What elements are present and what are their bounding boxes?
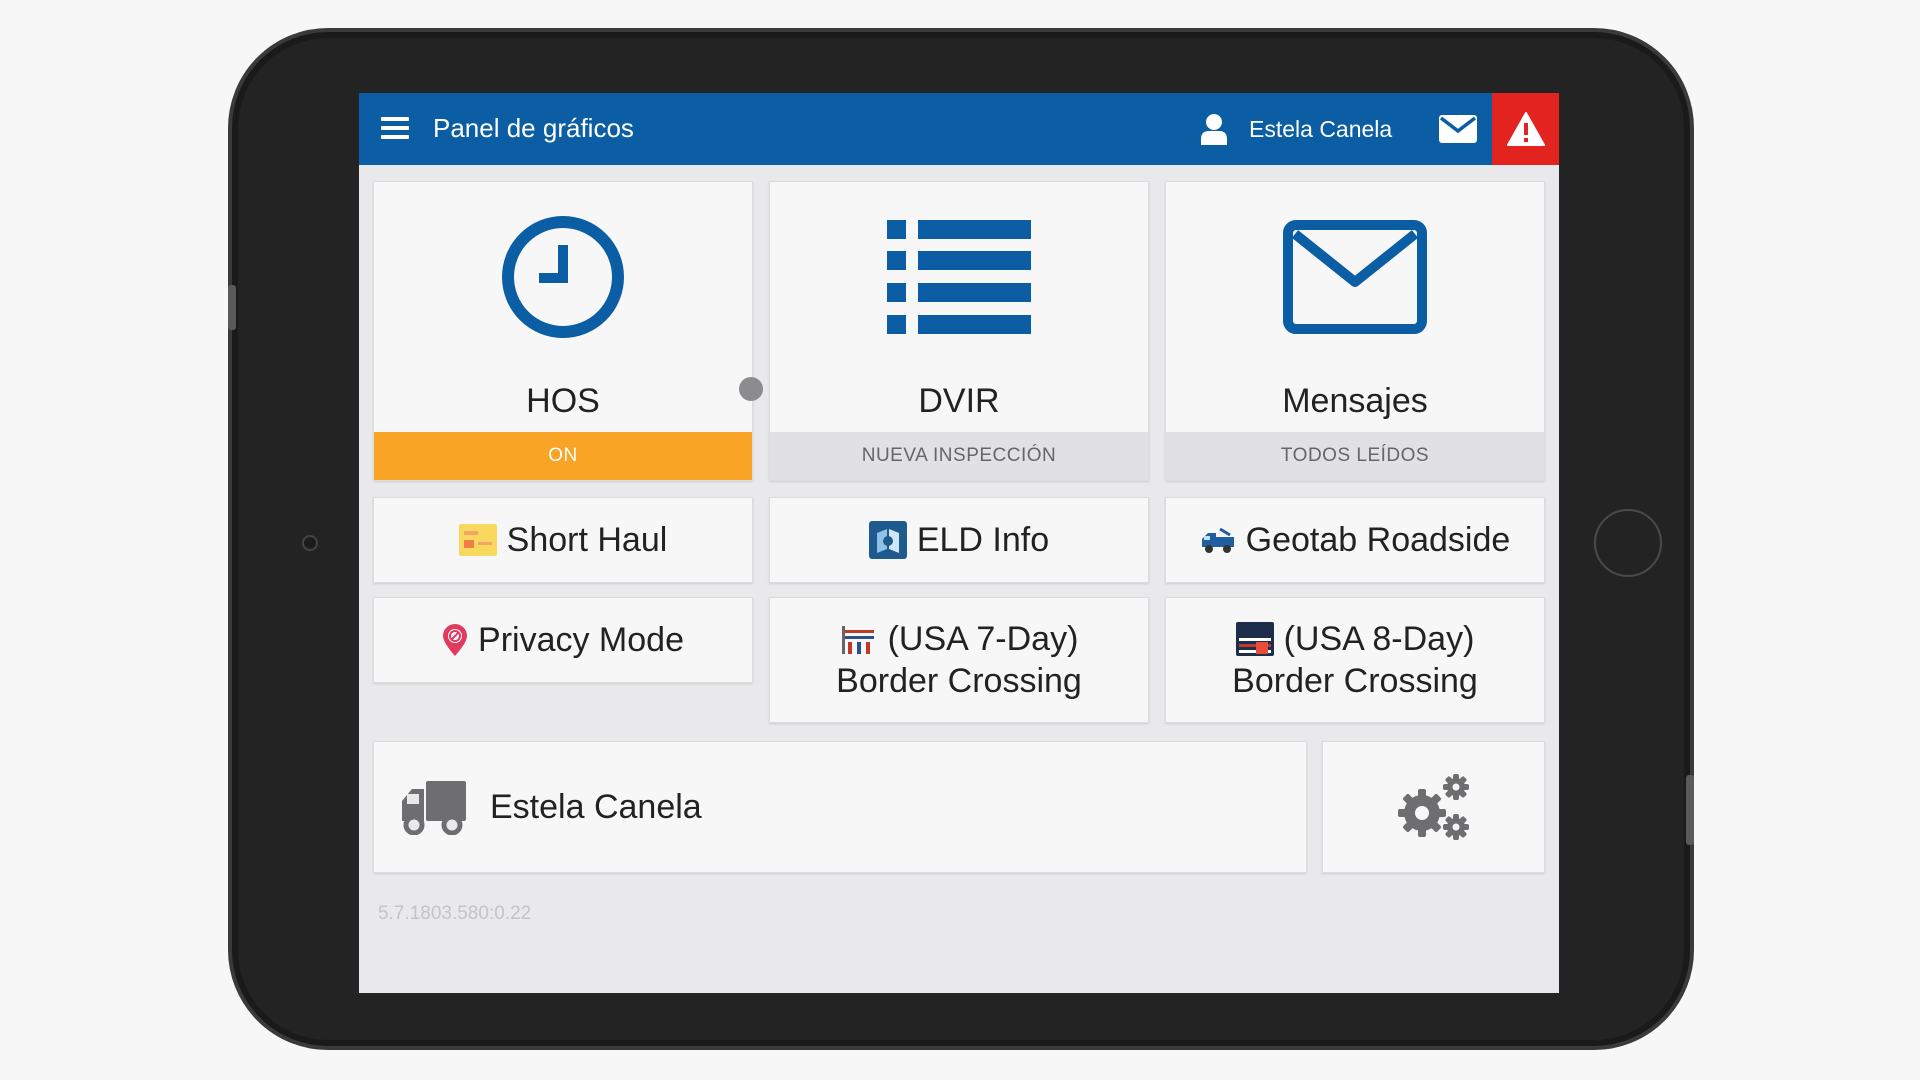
top-bar: Panel de gráficos Estela Canela	[359, 93, 1559, 165]
dvir-tile[interactable]: DVIR NUEVA INSPECCIÓN	[769, 181, 1149, 481]
dvir-label: DVIR	[918, 382, 1000, 420]
vehicle-driver-name: Estela Canela	[490, 787, 702, 826]
messages-button[interactable]	[1439, 115, 1477, 143]
usa-8-day-line1: (USA 8-Day)	[1283, 620, 1475, 658]
messages-label: Mensajes	[1282, 382, 1428, 420]
eld-info-label: ELD Info	[916, 521, 1050, 559]
home-button[interactable]	[1594, 509, 1662, 577]
geotab-roadside-label: Geotab Roadside	[1245, 521, 1511, 559]
mail-icon	[1439, 115, 1477, 143]
camera-lens	[302, 535, 318, 551]
border-gate-icon	[841, 626, 874, 654]
geotab-roadside-button[interactable]: Geotab Roadside	[1165, 497, 1545, 583]
dvir-status: NUEVA INSPECCIÓN	[770, 432, 1148, 480]
messages-tile[interactable]: Mensajes TODOS LEÍDOS	[1165, 181, 1545, 481]
truck-icon	[402, 781, 466, 835]
card-icon	[458, 524, 497, 556]
user-profile-button[interactable]: Estela Canela	[1201, 111, 1392, 147]
side-button-left	[228, 285, 236, 330]
user-name: Estela Canela	[1249, 115, 1393, 142]
eld-book-icon	[868, 521, 907, 559]
app-screen: Panel de gráficos Estela Canela HOS ON D…	[359, 93, 1559, 993]
eld-info-button[interactable]: ELD Info	[769, 497, 1149, 583]
privacy-mode-button[interactable]: Privacy Mode	[373, 597, 753, 683]
usa-8-day-line2: Border Crossing	[1232, 662, 1478, 700]
scroll-indicator[interactable]	[739, 377, 763, 401]
us-flag-icon	[1235, 622, 1274, 656]
vehicle-driver-button[interactable]: Estela Canela	[373, 741, 1307, 873]
hamburger-menu-icon[interactable]	[381, 117, 409, 139]
page-title: Panel de gráficos	[433, 113, 634, 143]
usa-7-day-border-button[interactable]: (USA 7-Day) Border Crossing	[769, 597, 1149, 723]
usa-7-day-line1: (USA 7-Day)	[887, 620, 1079, 658]
usa-7-day-line2: Border Crossing	[836, 662, 1082, 700]
privacy-mode-label: Privacy Mode	[478, 621, 684, 659]
clock-icon	[502, 216, 624, 338]
hos-tile[interactable]: HOS ON	[373, 181, 753, 481]
warning-icon	[1506, 112, 1545, 146]
short-haul-label: Short Haul	[506, 521, 668, 559]
envelope-icon	[1283, 220, 1427, 334]
user-icon	[1201, 114, 1227, 145]
settings-button[interactable]	[1322, 741, 1545, 873]
location-pin-icon	[443, 624, 468, 656]
gears-icon	[1397, 774, 1469, 840]
messages-status: TODOS LEÍDOS	[1166, 432, 1544, 480]
version-number: 5.7.1803.580:0.22	[378, 903, 532, 924]
hos-label: HOS	[526, 382, 600, 420]
side-button-right	[1686, 775, 1694, 845]
roadside-truck-icon	[1201, 527, 1234, 553]
short-haul-button[interactable]: Short Haul	[373, 497, 753, 583]
hos-status: ON	[374, 432, 752, 480]
alert-button[interactable]	[1492, 93, 1559, 165]
list-icon	[887, 220, 1031, 334]
usa-8-day-border-button[interactable]: (USA 8-Day) Border Crossing	[1165, 597, 1545, 723]
